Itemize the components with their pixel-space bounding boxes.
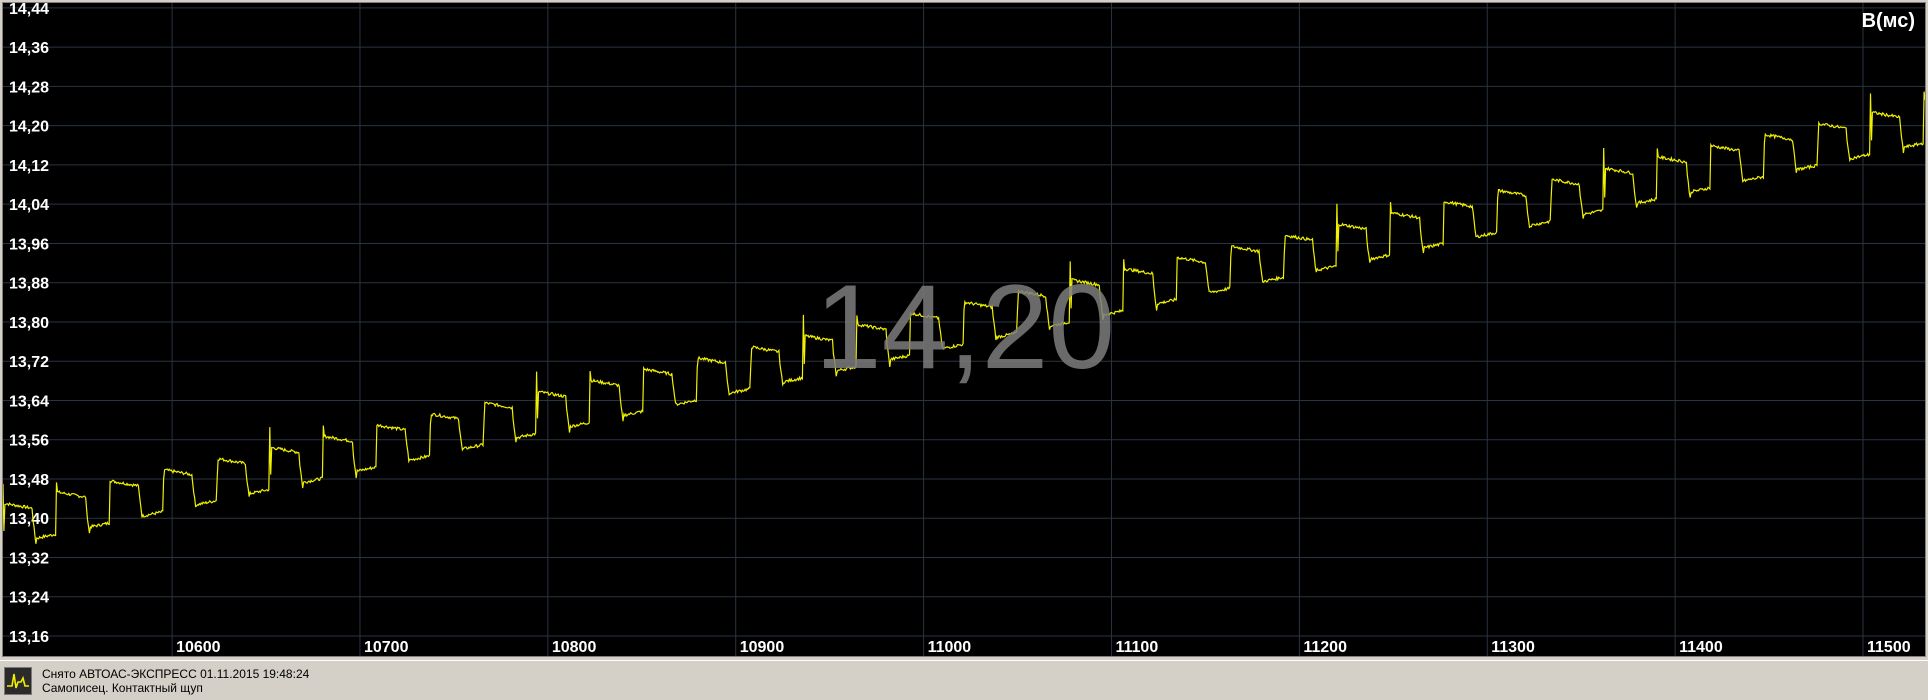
x-tick-label: 11000 (928, 639, 972, 656)
y-axis-ticks: 13,16 13,24 13,32 13,40 13,48 13,56 13,64 13,72… (9, 3, 49, 646)
voltage-chart: 13,16 13,24 13,32 13,40 13,48 13,56 13,64 13,72… (3, 3, 1925, 656)
y-tick-label: 14,28 (9, 79, 49, 96)
y-tick-label: 13,88 (9, 276, 49, 293)
y-tick-label: 13,24 (9, 590, 49, 607)
x-tick-label: 10900 (740, 639, 785, 656)
y-tick-label: 14,36 (9, 40, 49, 57)
y-tick-label: 14,04 (9, 197, 49, 214)
y-tick-label: 13,40 (9, 511, 49, 528)
y-tick-label: 13,32 (9, 550, 49, 567)
x-tick-label: 10700 (364, 639, 409, 656)
recorder-window: 13,16 13,24 13,32 13,40 13,48 13,56 13,64 13,72… (0, 0, 1928, 700)
current-value-readout: 14,20 (815, 260, 1115, 394)
y-tick-label: 13,48 (9, 472, 49, 489)
y-tick-label: 13,96 (9, 236, 49, 253)
x-tick-label: 10800 (552, 639, 597, 656)
x-tick-label: 10600 (176, 639, 221, 656)
y-tick-label: 13,72 (9, 354, 49, 371)
y-tick-label: 13,56 (9, 433, 49, 450)
capture-info: Снято АВТОАС-ЭКСПРЕСС 01.11.2015 19:48:2… (42, 667, 310, 681)
x-tick-label: 11100 (1115, 639, 1158, 656)
y-tick-label: 13,80 (9, 315, 49, 332)
x-tick-label: 11400 (1679, 639, 1723, 656)
y-tick-label: 13,16 (9, 629, 49, 646)
status-bar: Снято АВТОАС-ЭКСПРЕСС 01.11.2015 19:48:2… (0, 660, 1928, 700)
x-tick-label: 11200 (1303, 639, 1347, 656)
y-tick-label: 14,20 (9, 119, 49, 136)
x-tick-label: 11500 (1867, 639, 1911, 656)
y-tick-label: 14,12 (9, 158, 49, 175)
recorder-icon (4, 667, 32, 695)
plot-area[interactable]: 13,16 13,24 13,32 13,40 13,48 13,56 13,64 13,72… (2, 2, 1926, 657)
x-axis-ticks: 10600 10700 10800 10900 11000 11100 11200 11300… (176, 639, 1911, 656)
unit-label: В(мс) (1862, 10, 1915, 32)
y-tick-label: 14,44 (9, 3, 49, 18)
mode-info: Самописец. Контактный щуп (42, 681, 203, 695)
x-tick-label: 11300 (1491, 639, 1535, 656)
y-tick-label: 13,64 (9, 393, 49, 410)
